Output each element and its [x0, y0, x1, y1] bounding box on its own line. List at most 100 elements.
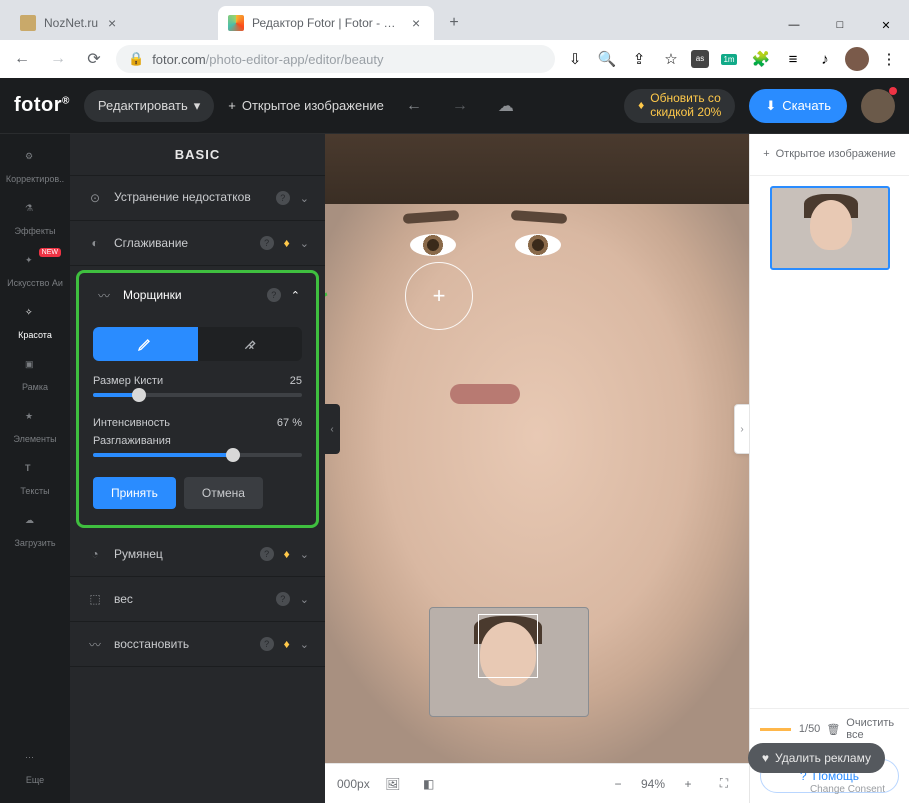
browser-titlebar: NozNet.ru × Редактор Fotor | Fotor - онл… [0, 0, 909, 40]
media-icon[interactable]: ♪ [813, 47, 837, 71]
minimap-viewport[interactable] [478, 614, 538, 678]
collapse-sidebar-button[interactable]: › [734, 404, 749, 454]
rail-adjust[interactable]: ⚙Корректиров.. [5, 142, 65, 192]
chevron-down-icon: ⌄ [300, 593, 309, 606]
panel-title: BASIC [70, 134, 325, 176]
chevron-down-icon: ⌄ [300, 548, 309, 561]
star-icon[interactable]: ☆ [659, 47, 683, 71]
rail-more[interactable]: ⋯Еще [5, 743, 65, 793]
thumbnail[interactable] [770, 186, 890, 270]
help-icon[interactable]: ? [267, 288, 281, 302]
status-bar: 000px 🖼 ◧ − 94% + ⛶ [325, 763, 749, 803]
extensions-icon[interactable]: 🧩 [749, 47, 773, 71]
notification-dot [889, 87, 897, 95]
clear-all-button[interactable]: Очистить все [846, 717, 899, 741]
eraser-tool[interactable] [198, 327, 303, 361]
rail-effects[interactable]: ⚗Эффекты [5, 194, 65, 244]
star-icon: ★ [25, 411, 45, 431]
tab-fotor[interactable]: Редактор Fotor | Fotor - онлай × [218, 6, 434, 40]
acc-weight[interactable]: ⬚ вес ? ⌄ [70, 577, 325, 622]
help-icon[interactable]: ? [260, 637, 274, 651]
chevron-down-icon: ⌄ [300, 192, 309, 205]
back-button[interactable]: ← [8, 45, 36, 73]
close-button[interactable]: ✕ [863, 10, 909, 40]
rail-beauty[interactable]: ✧Красота [5, 298, 65, 348]
help-icon[interactable]: ? [276, 592, 290, 606]
rail-elements[interactable]: ★ Элементы [5, 402, 65, 452]
cancel-button[interactable]: Отмена [184, 477, 263, 509]
change-consent-link[interactable]: Change Consent [810, 784, 885, 795]
compare-icon[interactable]: ◧ [416, 771, 442, 797]
app-body: ⚙Корректиров.. ⚗Эффекты NEW✦Искусство Аи… [0, 134, 909, 803]
acc-blemish[interactable]: ⊙ Устранение недостатков ? ⌄ [70, 176, 325, 221]
tab-noznet[interactable]: NozNet.ru × [10, 6, 210, 40]
brush-tool[interactable] [93, 327, 198, 361]
zoom-in-button[interactable]: + [675, 771, 701, 797]
remove-ads-button[interactable]: ♥Удалить рекламу [748, 743, 885, 773]
cloud-button[interactable]: ☁ [490, 90, 522, 122]
crown-icon: ♦ [284, 236, 290, 250]
open-image-button[interactable]: +Открытое изображение [228, 98, 384, 113]
intensity-label: Интенсивность [93, 417, 170, 429]
rail-ai[interactable]: NEW✦Искусство Аи [5, 246, 65, 296]
brush-size-slider[interactable] [93, 393, 302, 397]
left-rail: ⚙Корректиров.. ⚗Эффекты NEW✦Искусство Аи… [0, 134, 70, 803]
plus-icon: + [763, 148, 769, 161]
close-icon[interactable]: × [108, 15, 116, 31]
collapse-panel-button[interactable]: ‹ [325, 404, 340, 454]
acc-label: Устранение недостатков [114, 191, 266, 205]
minimap[interactable] [429, 607, 589, 717]
brush-cursor: + [405, 262, 473, 330]
ext-lastfm-icon[interactable]: as [691, 50, 709, 68]
acc-smooth[interactable]: ◐ Сглаживание ? ♦ ⌄ [70, 221, 325, 266]
edit-menu-button[interactable]: Редактировать▾ [84, 90, 214, 122]
acc-restore[interactable]: 〰 восстановить ? ♦ ⌄ [70, 622, 325, 667]
trash-icon[interactable]: 🗑 [826, 723, 840, 736]
brush-size-value: 25 [290, 375, 302, 387]
image-icon[interactable]: 🖼 [380, 771, 406, 797]
fullscreen-icon[interactable]: ⛶ [711, 771, 737, 797]
download-button[interactable]: ⬇Скачать [749, 89, 847, 123]
help-icon[interactable]: ? [276, 191, 290, 205]
rail-frame[interactable]: ▣Рамка [5, 350, 65, 400]
apply-button[interactable]: Принять [93, 477, 176, 509]
profile-avatar[interactable] [845, 47, 869, 71]
reload-button[interactable]: ⟳ [80, 45, 108, 73]
help-icon[interactable]: ? [260, 547, 274, 561]
heart-icon: ♥ [762, 751, 769, 765]
acc-label: Румянец [114, 547, 250, 561]
forward-button[interactable]: → [44, 45, 72, 73]
upgrade-button[interactable]: ♦Обновить соскидкой 20% [624, 89, 735, 123]
help-icon[interactable]: ? [260, 236, 274, 250]
wrinkle-tools: Размер Кисти 25 Интенсивность 67 % Разгл… [79, 317, 316, 525]
canvas[interactable]: + ‹ › [325, 134, 749, 763]
blemish-icon: ⊙ [86, 189, 104, 207]
tool-panel: BASIC ⊙ Устранение недостатков ? ⌄ ◐ Сгл… [70, 134, 325, 803]
acc-blush[interactable]: ◔ Румянец ? ♦ ⌄ [70, 532, 325, 577]
rail-label: Элементы [13, 434, 56, 444]
maximize-button[interactable]: □ [817, 10, 863, 40]
close-icon[interactable]: × [412, 15, 420, 31]
intensity-slider[interactable] [93, 453, 302, 457]
zoom-icon[interactable]: 🔍 [595, 47, 619, 71]
open-image-side[interactable]: +Открытое изображение [750, 134, 909, 176]
omnibox[interactable]: 🔒 fotor.com/photo-editor-app/editor/beau… [116, 45, 555, 73]
minimize-button[interactable]: — [771, 10, 817, 40]
install-icon[interactable]: ⇩ [563, 47, 587, 71]
rail-text[interactable]: TТексты [5, 454, 65, 504]
redo-button[interactable]: → [444, 90, 476, 122]
acc-label: восстановить [114, 637, 250, 651]
acc-wrinkles-header[interactable]: 〰 Морщинки ? ⌃ [79, 273, 316, 317]
share-icon[interactable]: ⇪ [627, 47, 651, 71]
menu-icon[interactable]: ⋮ [877, 47, 901, 71]
ext-1m-icon[interactable]: 1m [717, 47, 741, 71]
new-tab-button[interactable]: + [440, 9, 468, 37]
reading-list-icon[interactable]: ≡ [781, 47, 805, 71]
slider-knob[interactable] [226, 448, 240, 462]
undo-button[interactable]: ← [398, 90, 430, 122]
rail-upload[interactable]: ☁Загрузить [5, 506, 65, 556]
slider-knob[interactable] [132, 388, 146, 402]
zoom-out-button[interactable]: − [605, 771, 631, 797]
canvas-area: + ‹ › 000px 🖼 ◧ − 94% + ⛶ [325, 134, 749, 803]
app-topbar: fotor® Редактировать▾ +Открытое изображе… [0, 78, 909, 134]
